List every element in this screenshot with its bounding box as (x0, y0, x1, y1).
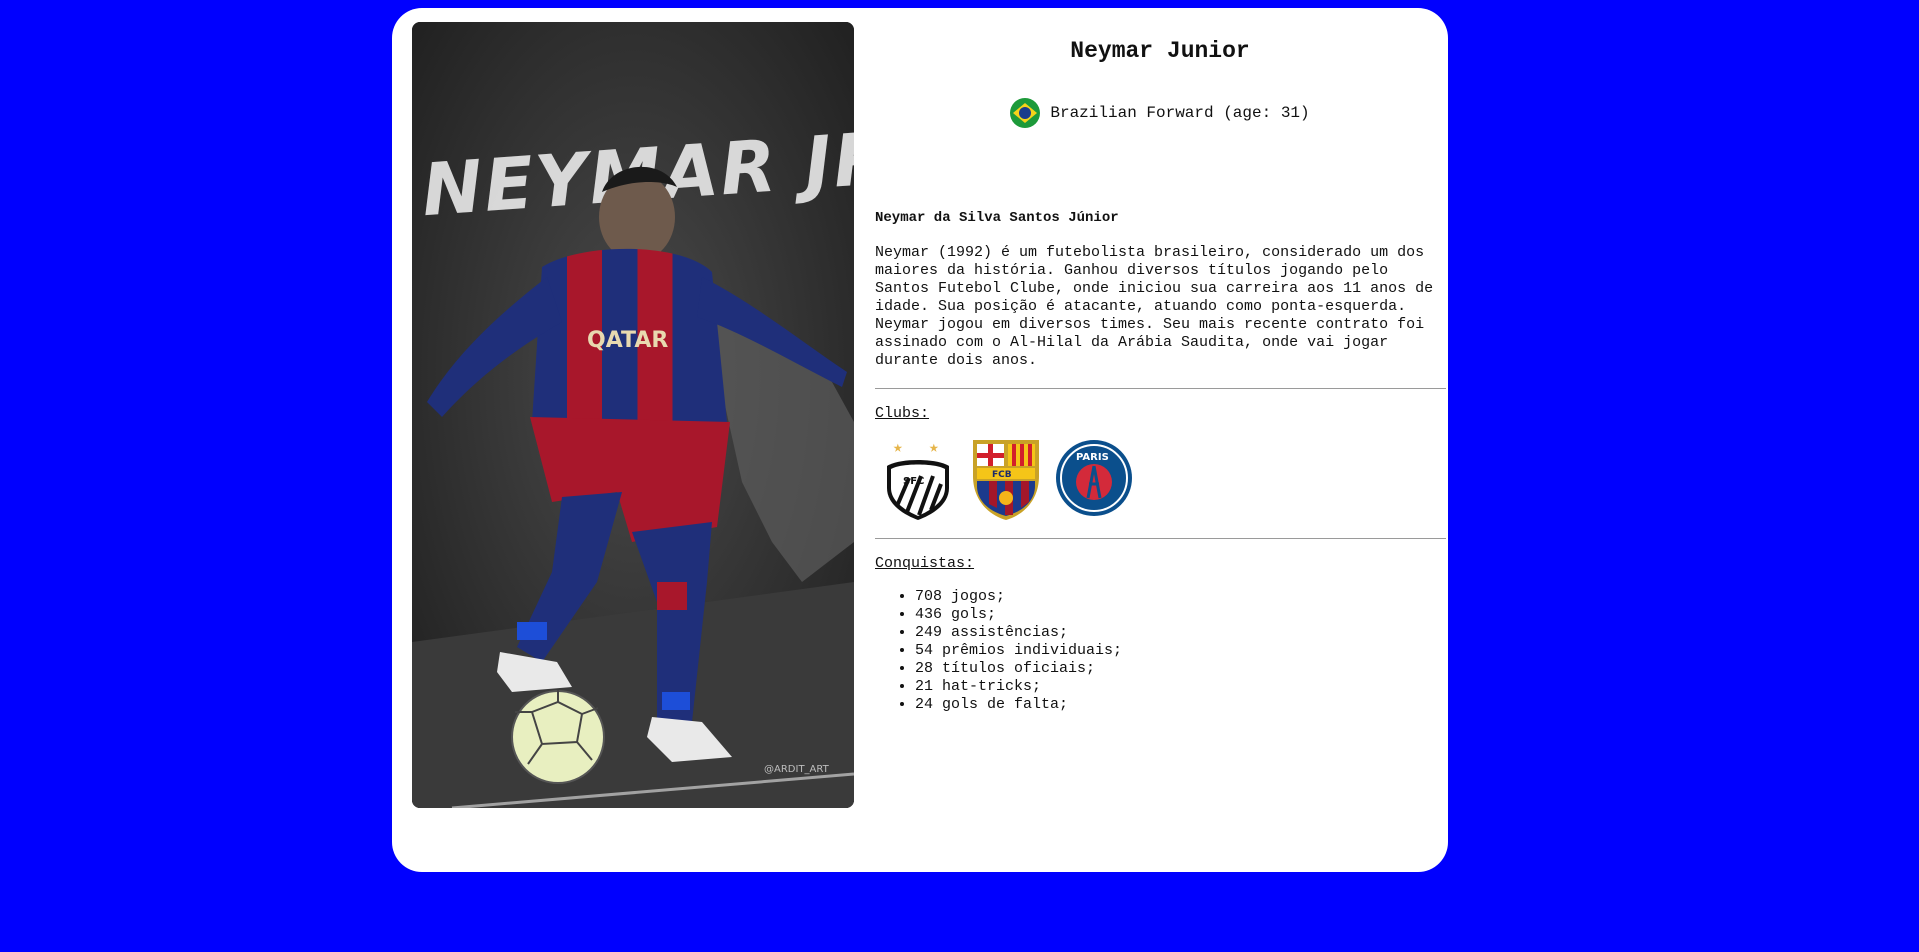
list-item: 436 gols; (915, 606, 1445, 624)
clubs-list: ★ ★ SFC FCB PARIS (875, 436, 1445, 520)
santos-crest-text: SFC (903, 476, 924, 487)
list-item: 708 jogos; (915, 588, 1445, 606)
list-item: 21 hat-tricks; (915, 678, 1445, 696)
divider (875, 538, 1446, 539)
barcelona-crest-icon: FCB (973, 440, 1039, 520)
list-item: 28 títulos oficiais; (915, 660, 1445, 678)
svg-text:QATAR: QATAR (587, 328, 668, 353)
player-photo: NEYMAR JR QATAR @ARDIT_ART (412, 22, 854, 808)
list-item: 24 gols de falta; (915, 696, 1445, 714)
achievements-list: 708 jogos; 436 gols; 249 assistências; 5… (875, 588, 1445, 714)
nationality-line: Brazilian Forward (age: 31) (875, 97, 1445, 129)
psg-crest-text: PARIS (1076, 452, 1109, 463)
player-name: Neymar Junior (1070, 38, 1250, 64)
santos-crest-icon: ★ ★ SFC (887, 439, 949, 520)
list-item: 54 prêmios individuais; (915, 642, 1445, 660)
nationality-text: Brazilian Forward (age: 31) (1050, 104, 1310, 122)
player-full-name: Neymar da Silva Santos Júnior (875, 210, 1119, 226)
list-item: 249 assistências; (915, 624, 1445, 642)
achievements-label: Conquistas: (875, 555, 975, 572)
svg-text:★: ★ (893, 439, 903, 457)
brazil-flag-icon (1010, 98, 1041, 128)
psg-crest-icon: PARIS (1056, 440, 1132, 516)
photo-credit: @ARDIT_ART (764, 764, 830, 775)
player-card: NEYMAR JR QATAR @ARDIT_ART Neymar Junior… (392, 8, 1448, 872)
svg-text:★: ★ (929, 439, 939, 457)
clubs-label: Clubs: (875, 405, 930, 422)
player-info: Neymar Junior Brazilian Forward (age: 31… (875, 22, 1446, 714)
divider (875, 388, 1446, 389)
barcelona-crest-text: FCB (992, 470, 1012, 480)
player-bio: Neymar (1992) é um futebolista brasileir… (875, 244, 1434, 369)
